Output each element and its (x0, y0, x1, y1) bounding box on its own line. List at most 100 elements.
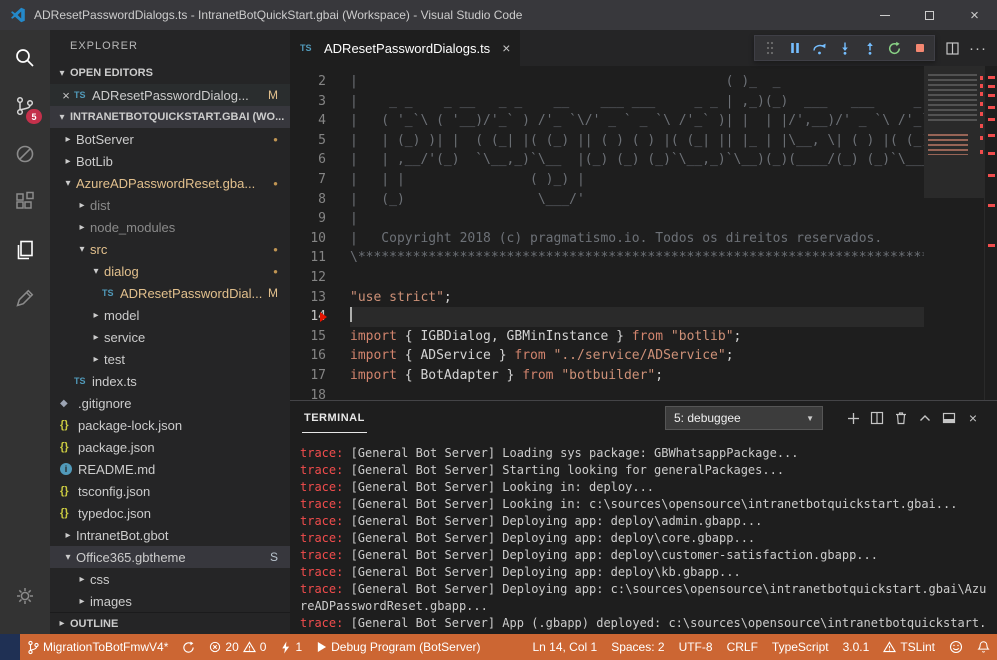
editor-gutter[interactable]: 23456789101112131415161718 (290, 66, 338, 400)
edit-pencil-icon[interactable] (0, 274, 50, 322)
tree-item[interactable]: iREADME.md (50, 458, 290, 480)
line-number[interactable]: 11 (290, 248, 326, 268)
ts-version-status[interactable]: 3.0.1 (836, 634, 877, 660)
overview-ruler[interactable] (984, 66, 997, 400)
line-number[interactable]: 7 (290, 170, 326, 190)
toolbar-drag-handle[interactable] (757, 37, 782, 60)
sync-status[interactable] (175, 634, 202, 660)
line-number[interactable]: 13 (290, 288, 326, 308)
tree-item[interactable]: ▸BotServer● (50, 128, 290, 150)
tree-item[interactable]: ▾src● (50, 238, 290, 260)
eol-status[interactable]: CRLF (720, 634, 765, 660)
notifications-bell-icon[interactable] (970, 634, 997, 660)
maximize-panel-chevron-icon[interactable] (913, 406, 937, 430)
outline-header[interactable]: ▸ OUTLINE (50, 612, 290, 634)
tree-item[interactable]: ▸service (50, 326, 290, 348)
line-number[interactable]: 4 (290, 111, 326, 131)
tree-item[interactable]: ▸node_modules (50, 216, 290, 238)
line-number[interactable]: 8 (290, 190, 326, 210)
workspace-header[interactable]: ▾ INTRANETBOTQUICKSTART.GBAI (WO... (50, 106, 290, 128)
terminal-tab[interactable]: TERMINAL (302, 403, 367, 433)
debug-stop-button[interactable] (907, 37, 932, 60)
chevron-right-icon: ▸ (88, 310, 104, 321)
indentation-status[interactable]: Spaces: 2 (604, 634, 671, 660)
language-status[interactable]: TypeScript (765, 634, 836, 660)
tree-item[interactable]: TSindex.ts (50, 370, 290, 392)
debug-step-into-button[interactable] (832, 37, 857, 60)
line-number[interactable]: 17 (290, 366, 326, 386)
close-editor-icon[interactable]: × (58, 88, 74, 103)
tree-item[interactable]: ▾dialog● (50, 260, 290, 282)
tree-item[interactable]: {}tsconfig.json (50, 480, 290, 502)
flash-status[interactable]: 1 (273, 634, 309, 660)
source-control-badge: 5 (26, 109, 42, 124)
encoding-status[interactable]: UTF-8 (672, 634, 720, 660)
more-actions-icon[interactable]: ··· (965, 35, 991, 61)
tree-item[interactable]: {}typedoc.json (50, 502, 290, 524)
extensions-icon[interactable] (0, 178, 50, 226)
tree-item[interactable]: ▸test (50, 348, 290, 370)
debug-pause-button[interactable] (782, 37, 807, 60)
tree-item[interactable]: ▾AzureADPasswordReset.gba...● (50, 172, 290, 194)
editor-tab-active[interactable]: TS ADResetPasswordDialogs.ts × (290, 30, 520, 66)
tree-item[interactable]: ▸images (50, 590, 290, 612)
line-number[interactable]: 10 (290, 229, 326, 249)
open-editors-header[interactable]: ▾ OPEN EDITORS (50, 62, 290, 84)
explorer-files-icon[interactable] (0, 226, 50, 274)
line-number[interactable]: 14 (290, 307, 326, 327)
line-number[interactable]: 15 (290, 327, 326, 347)
git-branch-status[interactable]: MigrationToBotFmwV4* (20, 634, 175, 660)
circle-slash-icon[interactable] (0, 130, 50, 178)
tree-item[interactable]: {}package-lock.json (50, 414, 290, 436)
open-editor-item[interactable]: ×TSADResetPasswordDialog...M (50, 84, 290, 106)
split-terminal-icon[interactable] (865, 406, 889, 430)
code-line: import { BotAdapter } from "botbuilder"; (350, 366, 924, 386)
tree-item[interactable]: TSADResetPasswordDial...M (50, 282, 290, 304)
zap-icon (280, 641, 291, 654)
close-panel-icon[interactable]: × (961, 406, 985, 430)
tree-item[interactable]: ▸dist (50, 194, 290, 216)
tab-close-icon[interactable]: × (502, 40, 510, 56)
line-number[interactable]: 6 (290, 150, 326, 170)
tree-item[interactable]: ◆.gitignore (50, 392, 290, 414)
kill-terminal-trash-icon[interactable] (889, 406, 913, 430)
settings-gear-icon[interactable] (0, 572, 50, 620)
code-content[interactable]: | ( )_ _ || _ _ _ __ _ _ __ ___ ___ _ _ … (338, 66, 924, 400)
feedback-smiley-icon[interactable] (942, 634, 970, 660)
tree-item[interactable]: {}package.json (50, 436, 290, 458)
terminal-output[interactable]: trace: [General Bot Server] Loading sys … (290, 435, 997, 634)
debug-restart-button[interactable] (882, 37, 907, 60)
tree-item[interactable]: ▸IntranetBot.gbot (50, 524, 290, 546)
tslint-status[interactable]: TSLint (876, 634, 942, 660)
tree-item[interactable]: ▸css (50, 568, 290, 590)
problems-status[interactable]: 20 0 (202, 634, 273, 660)
maximize-button[interactable] (907, 0, 952, 30)
tree-item[interactable]: ▸model (50, 304, 290, 326)
line-number[interactable]: 16 (290, 346, 326, 366)
tree-item[interactable]: ▾Office365.gbthemeS (50, 546, 290, 568)
new-terminal-icon[interactable] (841, 406, 865, 430)
split-editor-icon[interactable] (939, 35, 965, 61)
search-icon[interactable] (0, 34, 50, 82)
line-number[interactable]: 12 (290, 268, 326, 288)
line-number[interactable]: 18 (290, 386, 326, 401)
line-number[interactable]: 3 (290, 92, 326, 112)
minimize-button[interactable] (862, 0, 907, 30)
line-number[interactable]: 2 (290, 72, 326, 92)
debug-step-over-button[interactable] (807, 37, 832, 60)
close-button[interactable]: × (952, 0, 997, 30)
terminal-line: trace: [General Bot Server] Deploying ap… (300, 564, 989, 581)
minimap[interactable] (924, 66, 984, 400)
workspace-label: INTRANETBOTQUICKSTART.GBAI (WO... (70, 111, 284, 123)
tree-item-label: package-lock.json (78, 418, 182, 433)
debug-step-out-button[interactable] (857, 37, 882, 60)
code-editor[interactable]: 23456789101112131415161718 | ( )_ _ || _… (290, 66, 997, 400)
cursor-position-status[interactable]: Ln 14, Col 1 (525, 634, 604, 660)
source-control-icon[interactable]: 5 (0, 82, 50, 130)
line-number[interactable]: 9 (290, 209, 326, 229)
toggle-panel-icon[interactable] (937, 406, 961, 430)
terminal-selector[interactable]: 5: debuggee ▼ (665, 406, 823, 430)
line-number[interactable]: 5 (290, 131, 326, 151)
debug-status[interactable]: Debug Program (BotServer) (309, 634, 487, 660)
tree-item[interactable]: ▸BotLib (50, 150, 290, 172)
